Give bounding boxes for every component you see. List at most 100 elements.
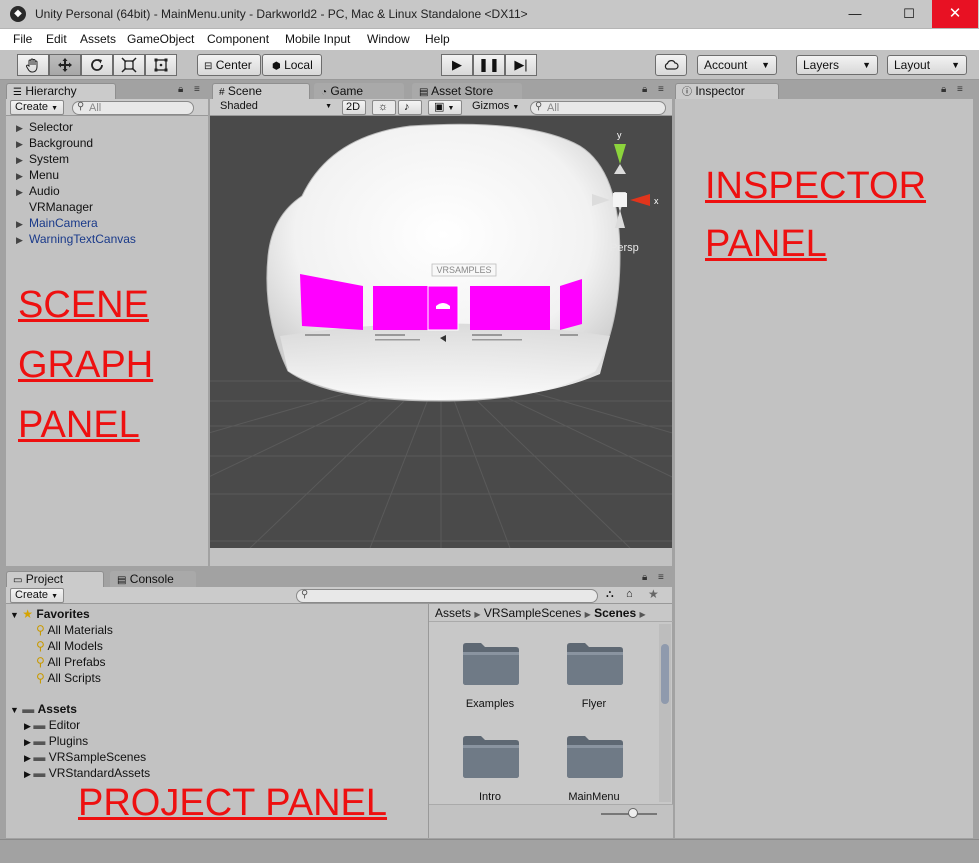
panel-menu-icon[interactable]: ≡ bbox=[658, 84, 664, 95]
minimize-button[interactable]: — bbox=[832, 0, 878, 28]
project-create-button[interactable]: Create ▼ bbox=[10, 588, 64, 603]
vertical-scrollbar[interactable] bbox=[659, 624, 671, 802]
hierarchy-item[interactable]: ▶ System bbox=[16, 152, 69, 166]
layers-dropdown[interactable]: Layers ▼ bbox=[796, 55, 878, 75]
lock-icon[interactable]: 🔒︎ bbox=[178, 84, 183, 95]
folder-tile[interactable]: Intro bbox=[445, 733, 535, 813]
asset-folder-item[interactable]: ▶ ▬ Editor bbox=[24, 718, 80, 732]
hierarchy-create-button[interactable]: Create ▼ bbox=[10, 100, 64, 115]
hierarchy-item[interactable]: ▶ MainCamera bbox=[16, 216, 98, 230]
assets-node[interactable]: ▼ ▬ Assets bbox=[10, 702, 77, 716]
expand-arrow-icon[interactable]: ▶ bbox=[16, 235, 29, 246]
favorite-item[interactable]: ⚲ All Scripts bbox=[36, 671, 101, 685]
expand-arrow-icon[interactable]: ▶ bbox=[24, 753, 33, 763]
scene-viewport[interactable]: VRSAMPLES y x Persp bbox=[210, 116, 672, 548]
rotate-tool-button[interactable] bbox=[81, 54, 113, 76]
asset-folder-label: Editor bbox=[48, 718, 81, 732]
audio-toggle[interactable]: ♪ bbox=[398, 100, 422, 115]
menu-window[interactable]: Window bbox=[367, 32, 410, 46]
rect-tool-button[interactable] bbox=[145, 54, 177, 76]
hierarchy-item[interactable]: ▶ Audio bbox=[16, 184, 60, 198]
menu-mobile-input[interactable]: Mobile Input bbox=[285, 32, 350, 46]
scrollbar-thumb[interactable] bbox=[661, 644, 669, 704]
menu-assets[interactable]: Assets bbox=[80, 32, 116, 46]
filter-type-icon[interactable]: ⛬ bbox=[606, 588, 614, 601]
panel-menu-icon[interactable]: ≡ bbox=[957, 84, 963, 95]
persp-label[interactable]: Persp bbox=[610, 242, 639, 254]
tab-scene[interactable]: # Scene bbox=[212, 83, 310, 99]
asset-folder-item[interactable]: ▶ ▬ VRSampleScenes bbox=[24, 750, 146, 764]
expand-arrow-icon[interactable]: ▶ bbox=[24, 769, 33, 779]
favorites-node[interactable]: ▼ ★ Favorites bbox=[10, 607, 90, 621]
maximize-button[interactable]: ☐ bbox=[886, 0, 932, 28]
folder-tile[interactable]: Examples bbox=[445, 640, 535, 720]
tab-asset-store[interactable]: ▤ Asset Store bbox=[412, 83, 522, 99]
scale-tool-button[interactable] bbox=[113, 54, 145, 76]
close-button[interactable]: ✕ bbox=[932, 0, 978, 28]
dropdown-arrow-icon: ▼ bbox=[761, 60, 770, 70]
hierarchy-item[interactable]: ▶ Menu bbox=[16, 168, 59, 182]
lock-icon[interactable]: 🔒︎ bbox=[642, 572, 647, 583]
folder-tile[interactable]: MainMenu bbox=[549, 733, 639, 813]
hierarchy-item[interactable]: VRManager bbox=[16, 200, 93, 214]
breadcrumb-assets[interactable]: Assets bbox=[435, 606, 471, 620]
expand-arrow-icon[interactable]: ▶ bbox=[16, 219, 29, 230]
effects-dropdown[interactable]: ▣ ▼ bbox=[428, 100, 462, 115]
hierarchy-search-input[interactable]: ⚲ All bbox=[72, 101, 194, 115]
pause-button[interactable]: ❚❚ bbox=[473, 54, 505, 76]
panel-menu-icon[interactable]: ≡ bbox=[658, 572, 664, 583]
pivot-center-toggle[interactable]: ⊟ Center bbox=[197, 54, 261, 76]
move-tool-button[interactable] bbox=[49, 54, 81, 76]
asset-folder-item[interactable]: ▶ ▬ VRStandardAssets bbox=[24, 766, 150, 780]
cloud-button[interactable] bbox=[655, 54, 687, 76]
zoom-slider-thumb[interactable] bbox=[628, 808, 638, 818]
shading-mode-dropdown[interactable]: Shaded ▼ bbox=[216, 100, 334, 115]
hierarchy-item[interactable]: ▶ Selector bbox=[16, 120, 73, 134]
expand-arrow-icon[interactable]: ▶ bbox=[16, 139, 29, 150]
lock-icon[interactable]: 🔒︎ bbox=[642, 84, 647, 95]
step-button[interactable]: ▶| bbox=[505, 54, 537, 76]
play-button[interactable]: ▶ bbox=[441, 54, 473, 76]
favorite-star-icon[interactable]: ★ bbox=[648, 587, 659, 601]
lighting-toggle[interactable]: ☼ bbox=[372, 100, 396, 115]
tab-project[interactable]: ▭ Project bbox=[6, 571, 104, 587]
breadcrumb-scenes[interactable]: Scenes bbox=[594, 606, 636, 620]
tab-inspector[interactable]: ⓘ Inspector bbox=[675, 83, 779, 99]
menu-edit[interactable]: Edit bbox=[46, 32, 67, 46]
expand-arrow-icon[interactable]: ▶ bbox=[24, 737, 33, 747]
tab-hierarchy[interactable]: ☰ Hierarchy bbox=[6, 83, 116, 99]
panel-menu-icon[interactable]: ≡ bbox=[194, 84, 200, 95]
store-icon: ▤ bbox=[419, 87, 429, 98]
expand-arrow-icon[interactable]: ▶ bbox=[16, 123, 29, 134]
favorite-item[interactable]: ⚲ All Materials bbox=[36, 623, 113, 637]
expand-arrow-icon[interactable]: ▶ bbox=[24, 721, 33, 731]
hierarchy-item[interactable]: ▶ Background bbox=[16, 136, 93, 150]
favorite-item[interactable]: ⚲ All Prefabs bbox=[36, 655, 106, 669]
menu-help[interactable]: Help bbox=[425, 32, 450, 46]
hierarchy-item[interactable]: ▶ WarningTextCanvas bbox=[16, 232, 136, 246]
folder-tile-label: MainMenu bbox=[568, 791, 620, 803]
label-tag-icon[interactable]: ⌂ bbox=[626, 588, 633, 600]
layout-dropdown[interactable]: Layout ▼ bbox=[887, 55, 967, 75]
menu-component[interactable]: Component bbox=[207, 32, 269, 46]
pivot-local-toggle[interactable]: ⬢ Local bbox=[262, 54, 322, 76]
asset-folder-item[interactable]: ▶ ▬ Plugins bbox=[24, 734, 88, 748]
gizmos-dropdown[interactable]: Gizmos ▼ bbox=[468, 100, 522, 115]
breadcrumb-vrsamplescenes[interactable]: VRSampleScenes bbox=[484, 606, 581, 620]
scene-search-input[interactable]: ⚲ All bbox=[530, 101, 666, 115]
favorite-item[interactable]: ⚲ All Models bbox=[36, 639, 103, 653]
tab-console[interactable]: ▤ Console bbox=[110, 571, 196, 587]
lock-icon[interactable]: 🔒︎ bbox=[941, 84, 946, 95]
account-dropdown[interactable]: Account ▼ bbox=[697, 55, 777, 75]
chevron-right-icon: ▶ bbox=[584, 610, 591, 619]
menu-file[interactable]: File bbox=[13, 32, 32, 46]
hand-tool-button[interactable] bbox=[17, 54, 49, 76]
project-search-input[interactable]: ⚲ bbox=[296, 589, 598, 603]
tab-game[interactable]: ◔ Game bbox=[314, 83, 404, 99]
expand-arrow-icon[interactable]: ▶ bbox=[16, 187, 29, 198]
expand-arrow-icon[interactable]: ▶ bbox=[16, 155, 29, 166]
mode-2d-toggle[interactable]: 2D bbox=[342, 100, 366, 115]
expand-arrow-icon[interactable]: ▶ bbox=[16, 171, 29, 182]
folder-tile[interactable]: Flyer bbox=[549, 640, 639, 720]
menu-gameobject[interactable]: GameObject bbox=[127, 32, 194, 46]
